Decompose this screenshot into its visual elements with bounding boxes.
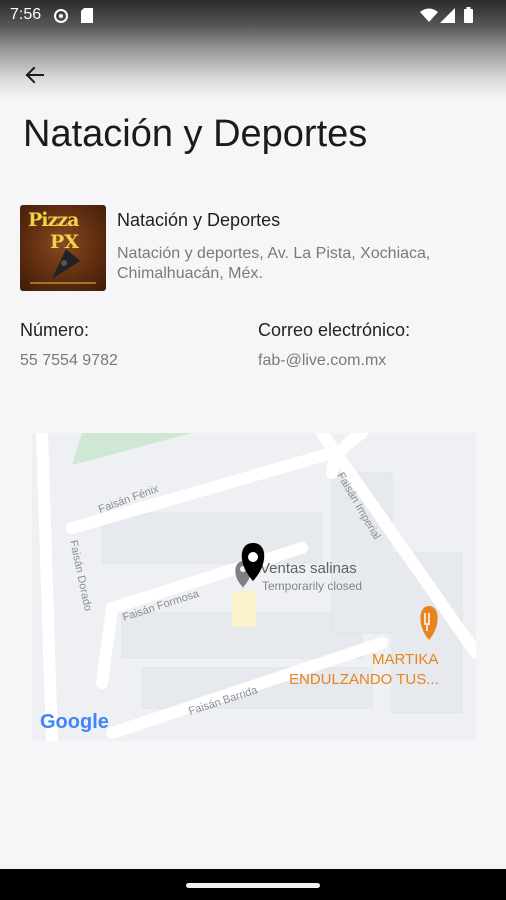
signal-icon — [440, 8, 455, 27]
google-attribution: Google — [40, 711, 109, 733]
poi-2-line2: ENDULZANDO TUS... — [289, 671, 439, 688]
navigation-bar — [0, 869, 506, 900]
place-address: Natación y deportes, Av. La Pista, Xochi… — [117, 245, 431, 282]
back-button[interactable] — [20, 62, 50, 88]
email-value[interactable]: fab-@live.com.mx — [258, 352, 386, 370]
home-gesture-handle[interactable] — [186, 883, 320, 888]
vpn-icon — [54, 9, 68, 27]
map-view[interactable]: Faisán Fénix Faisán Dorado Faisán Imperi… — [32, 433, 476, 741]
pizza-slice-icon — [30, 249, 96, 284]
status-bar: 7:56 — [0, 0, 506, 30]
status-time: 7:56 — [10, 6, 42, 23]
email-label: Correo electrónico: — [258, 320, 411, 340]
phone-value[interactable]: 55 7554 9782 — [20, 352, 118, 370]
place-logo: Pizza PX — [20, 205, 106, 291]
poi-1-name: Ventas salinas — [260, 560, 357, 577]
poi-1-status: Temporarily closed — [262, 579, 362, 593]
arrow-back-icon — [25, 66, 44, 84]
place-name: Natación y Deportes — [117, 210, 281, 230]
poi-2-line1: MARTIKA — [372, 651, 438, 668]
wifi-icon — [420, 8, 438, 26]
page-title: Natación y Deportes — [23, 113, 368, 155]
sim-icon — [81, 8, 93, 27]
battery-icon — [464, 7, 473, 27]
phone-label: Número: — [20, 320, 90, 340]
